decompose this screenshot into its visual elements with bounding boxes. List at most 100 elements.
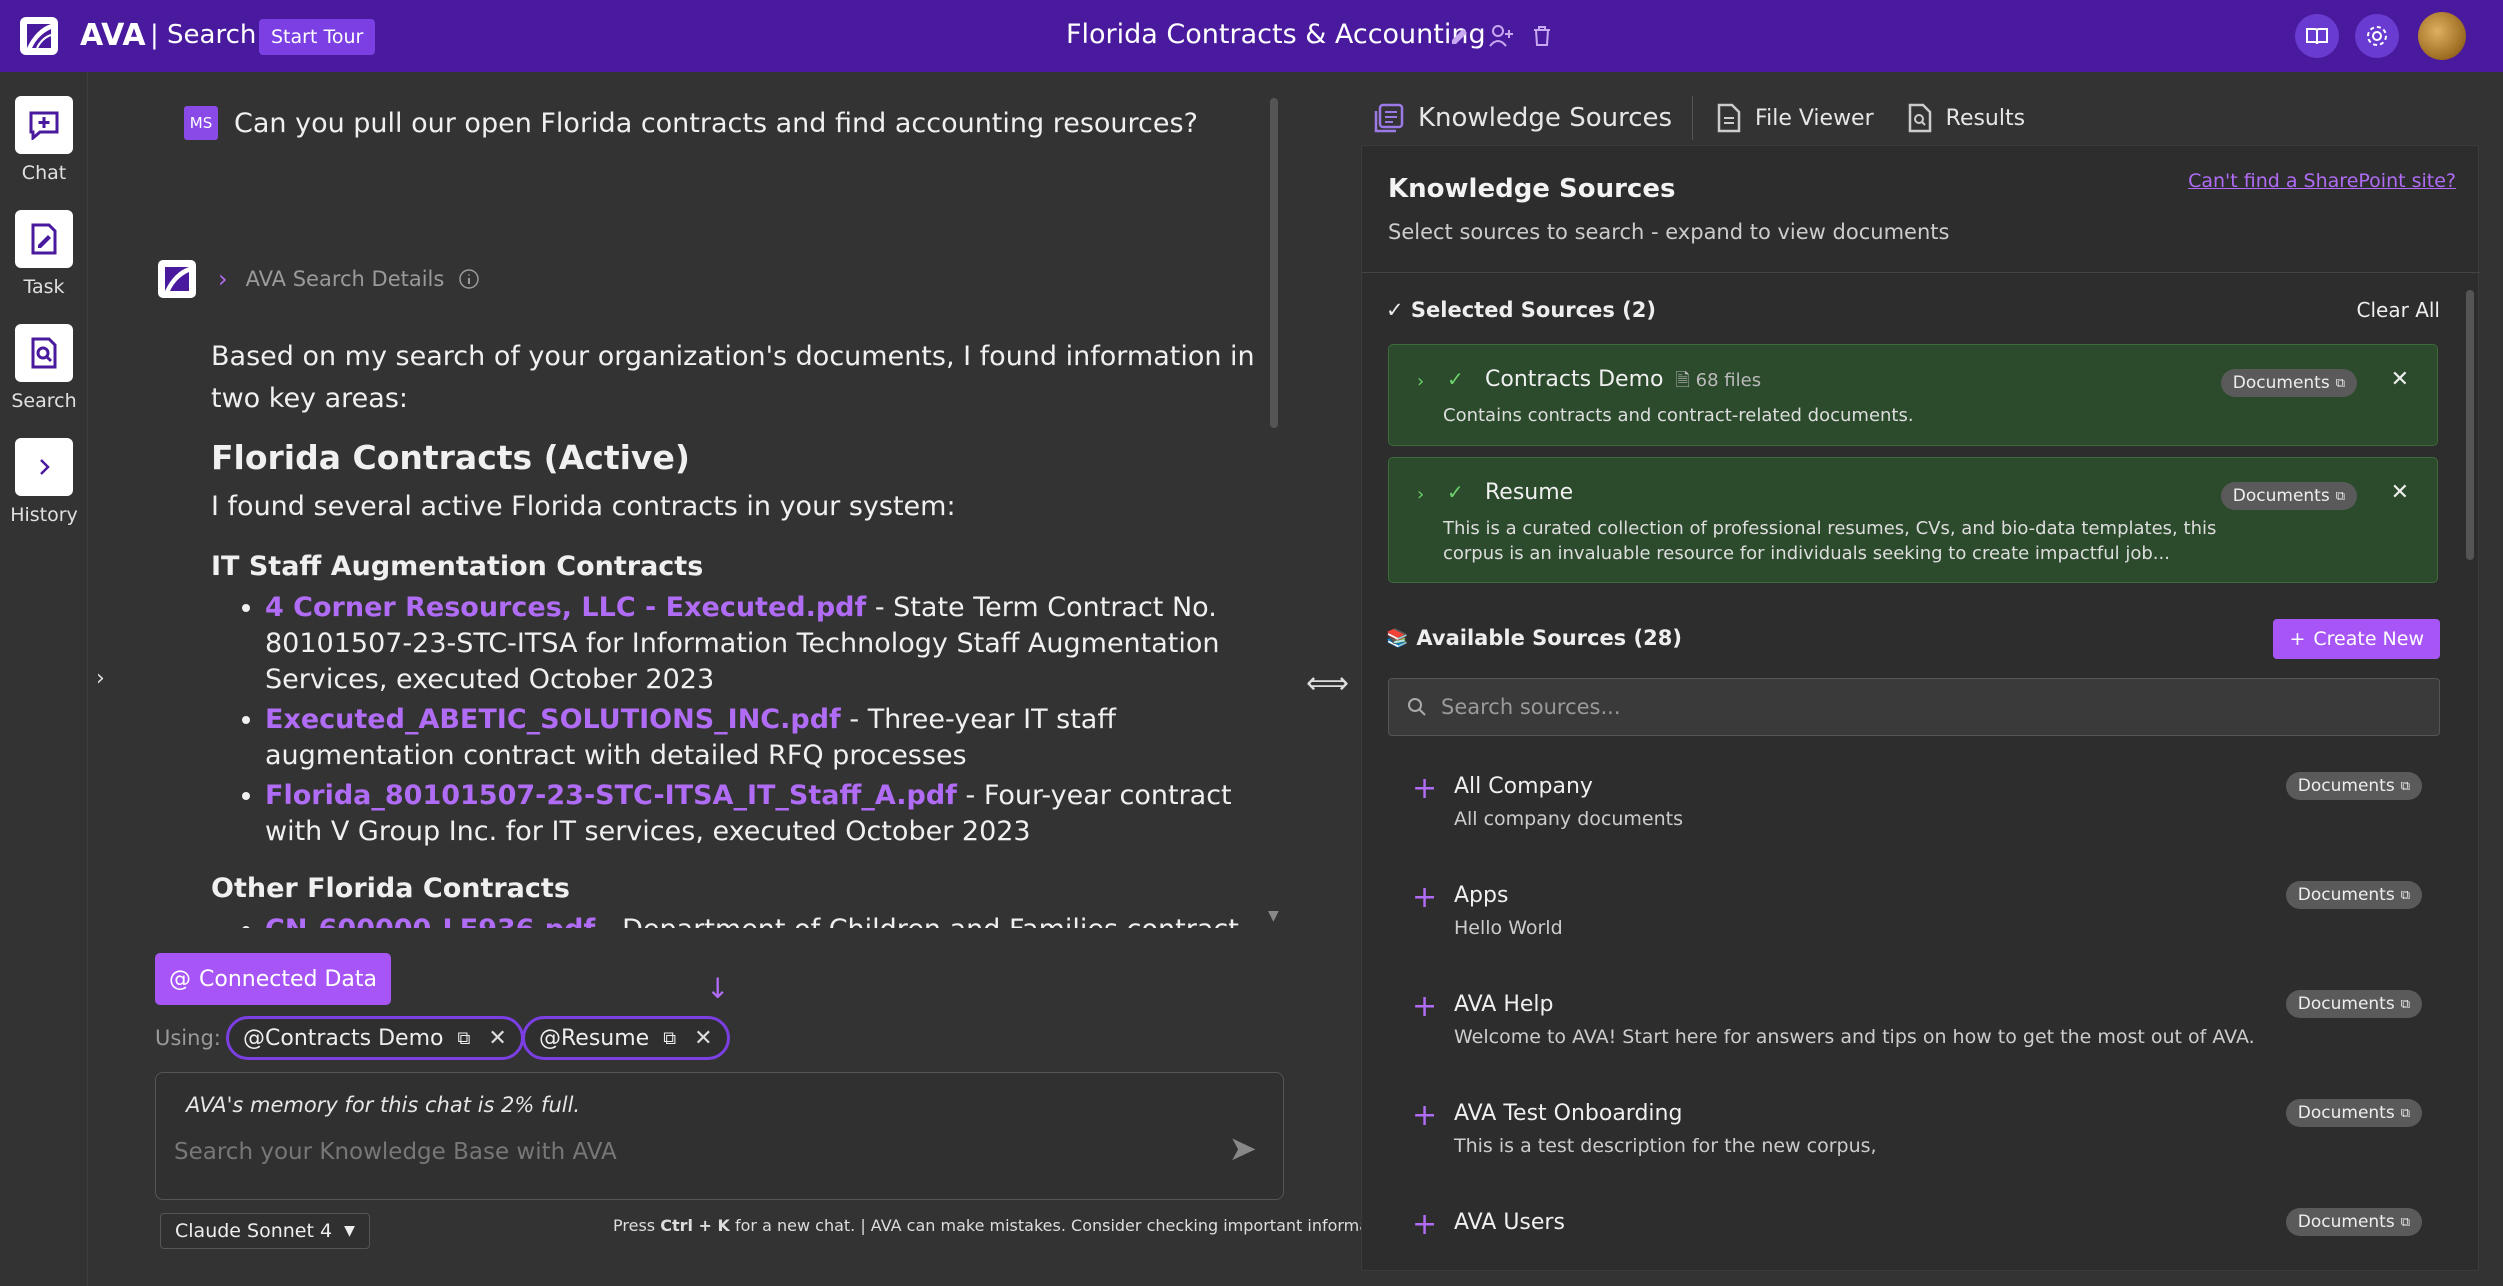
search-details-toggle[interactable]: AVA Search Details (246, 267, 445, 291)
external-link-icon[interactable]: ⧉ (663, 1028, 676, 1049)
shortcut-key: Ctrl + K (660, 1216, 730, 1235)
add-source-icon[interactable]: + (1412, 1101, 1437, 1131)
info-icon[interactable] (458, 268, 480, 290)
chat-title: Florida Contracts & Accounting (1066, 19, 1486, 50)
search-document-icon[interactable] (15, 324, 73, 382)
start-tour-button[interactable]: Start Tour (259, 19, 376, 55)
sources-scrollbar[interactable] (2466, 290, 2474, 560)
footer-note: Press Ctrl + K for a new chat. | AVA can… (613, 1216, 1405, 1235)
add-source-icon[interactable]: + (1412, 883, 1437, 913)
rail-item-history[interactable]: History (0, 438, 88, 526)
external-link-icon: ⧉ (2400, 996, 2410, 1012)
source-name: Apps (1454, 883, 1509, 908)
create-label: Create New (2313, 628, 2424, 650)
external-link-icon: ⧉ (2335, 375, 2345, 391)
rail-item-task[interactable]: Task (0, 210, 88, 298)
ava-logo-icon[interactable] (20, 17, 58, 55)
external-link-icon: ⧉ (2400, 1214, 2410, 1230)
model-select[interactable]: Claude Sonnet 4 ▼ (160, 1213, 370, 1249)
ava-response-header: › AVA Search Details (158, 260, 480, 298)
selected-source-card[interactable]: › ✓ Resume This is a curated collection … (1388, 457, 2438, 583)
tab-knowledge-sources[interactable]: Knowledge Sources (1374, 103, 1672, 133)
reader-view-icon[interactable] (2295, 14, 2339, 58)
add-source-icon[interactable]: + (1412, 1210, 1437, 1240)
remove-source-icon[interactable]: ✕ (2391, 367, 2409, 392)
documents-tag[interactable]: Documents ⧉ (2285, 772, 2422, 800)
rail-label: Task (23, 276, 65, 298)
rail-item-chat[interactable]: Chat (0, 96, 88, 184)
search-placeholder: Search sources... (1441, 695, 1621, 719)
edit-icon[interactable] (1446, 22, 1474, 50)
tag-label: Documents (2297, 1212, 2395, 1232)
remove-chip-icon[interactable]: ✕ (694, 1026, 712, 1051)
documents-tag[interactable]: Documents ⧉ (2220, 482, 2357, 510)
task-document-icon[interactable] (15, 210, 73, 268)
tag-label: Documents (2297, 885, 2395, 905)
chat-scrollbar[interactable] (1270, 98, 1278, 428)
source-description: Welcome to AVA! Start here for answers a… (1454, 1026, 2255, 1048)
add-source-icon[interactable]: + (1412, 992, 1437, 1022)
file-count: 🗎 68 files (1675, 370, 1762, 391)
source-chip-contracts[interactable]: @Contracts Demo ⧉ ✕ (226, 1016, 524, 1060)
ava-avatar-icon (158, 260, 196, 298)
tab-label: File Viewer (1755, 105, 1874, 131)
tab-file-viewer[interactable]: File Viewer (1717, 103, 1874, 133)
chevron-down-icon: ▼ (344, 1223, 355, 1239)
source-description: This is a test description for the new c… (1454, 1135, 1877, 1157)
panel-resize-handle-icon[interactable]: ⟺ (1306, 666, 1349, 701)
tag-label: Documents (2232, 486, 2330, 506)
connected-data-button[interactable]: @ Connected Data (155, 953, 391, 1005)
document-link[interactable]: Executed_ABETIC_SOLUTIONS_INC.pdf (265, 704, 841, 735)
add-user-icon[interactable] (1488, 22, 1516, 50)
check-icon: ✓ (1447, 367, 1464, 391)
books-icon: 📚 (1386, 627, 1409, 649)
documents-tag[interactable]: Documents ⧉ (2285, 1208, 2422, 1236)
chip-label: @Contracts Demo (243, 1025, 444, 1051)
remove-chip-icon[interactable]: ✕ (488, 1026, 506, 1051)
answer-intro: Based on my search of your organization'… (211, 341, 1255, 414)
file-icon (1717, 103, 1741, 133)
send-icon[interactable]: ➤ (1229, 1129, 1258, 1169)
selected-source-card[interactable]: › ✓ Contracts Demo 🗎 68 files Contains co… (1388, 344, 2438, 446)
tab-results[interactable]: Results (1908, 103, 2025, 133)
chevron-right-icon[interactable] (15, 438, 73, 496)
clear-all-button[interactable]: Clear All (2357, 298, 2440, 322)
source-name: All Company (1454, 774, 1593, 799)
documents-tag[interactable]: Documents ⧉ (2285, 990, 2422, 1018)
chat-input-box[interactable]: AVA's memory for this chat is 2% full. S… (155, 1072, 1284, 1200)
remove-source-icon[interactable]: ✕ (2391, 480, 2409, 505)
source-name: Contracts Demo 🗎 68 files (1485, 367, 1761, 398)
document-link[interactable]: Florida_80101507-23-STC-ITSA_IT_Staff_A.… (265, 780, 957, 811)
search-sources-input[interactable]: Search sources... (1388, 678, 2440, 736)
footer-text: for a new chat. | AVA can make mistakes.… (729, 1216, 1405, 1235)
expand-chevron-icon[interactable]: › (1417, 371, 1424, 392)
documents-tag[interactable]: Documents ⧉ (2220, 369, 2357, 397)
document-link[interactable]: 4 Corner Resources, LLC - Executed.pdf (265, 592, 866, 623)
section-intro: I found several active Florida contracts… (211, 491, 956, 522)
scroll-down-arrow-icon[interactable]: ▼ (1268, 908, 1279, 924)
divider (1362, 272, 2480, 273)
source-description: All company documents (1454, 808, 1683, 830)
source-name: Resume (1485, 480, 1574, 505)
chat-add-icon[interactable] (15, 96, 73, 154)
add-source-icon[interactable]: + (1412, 774, 1437, 804)
at-sign-icon: @ (169, 966, 191, 992)
rail-item-search[interactable]: Search (0, 324, 88, 412)
expand-chevron-icon[interactable]: › (1417, 484, 1424, 505)
library-icon (1374, 103, 1404, 133)
search-icon (1407, 697, 1427, 717)
settings-gear-icon[interactable] (2355, 14, 2399, 58)
documents-tag[interactable]: Documents ⧉ (2285, 881, 2422, 909)
scroll-to-bottom-arrow-icon[interactable]: ↓ (706, 972, 729, 1005)
chevron-right-icon[interactable]: › (218, 265, 228, 293)
documents-tag[interactable]: Documents ⧉ (2285, 1099, 2422, 1127)
sharepoint-help-link[interactable]: Can't find a SharePoint site? (2188, 170, 2456, 192)
create-new-button[interactable]: + Create New (2273, 619, 2440, 659)
source-chip-resume[interactable]: @Resume ⧉ ✕ (522, 1016, 730, 1060)
user-avatar[interactable] (2418, 12, 2466, 60)
external-link-icon[interactable]: ⧉ (457, 1028, 470, 1049)
list-item: 4 Corner Resources, LLC - Executed.pdf -… (265, 590, 1281, 698)
subsection-heading: Other Florida Contracts (211, 873, 570, 904)
trash-icon[interactable] (1528, 22, 1556, 50)
chat-input-placeholder[interactable]: Search your Knowledge Base with AVA (174, 1139, 617, 1165)
